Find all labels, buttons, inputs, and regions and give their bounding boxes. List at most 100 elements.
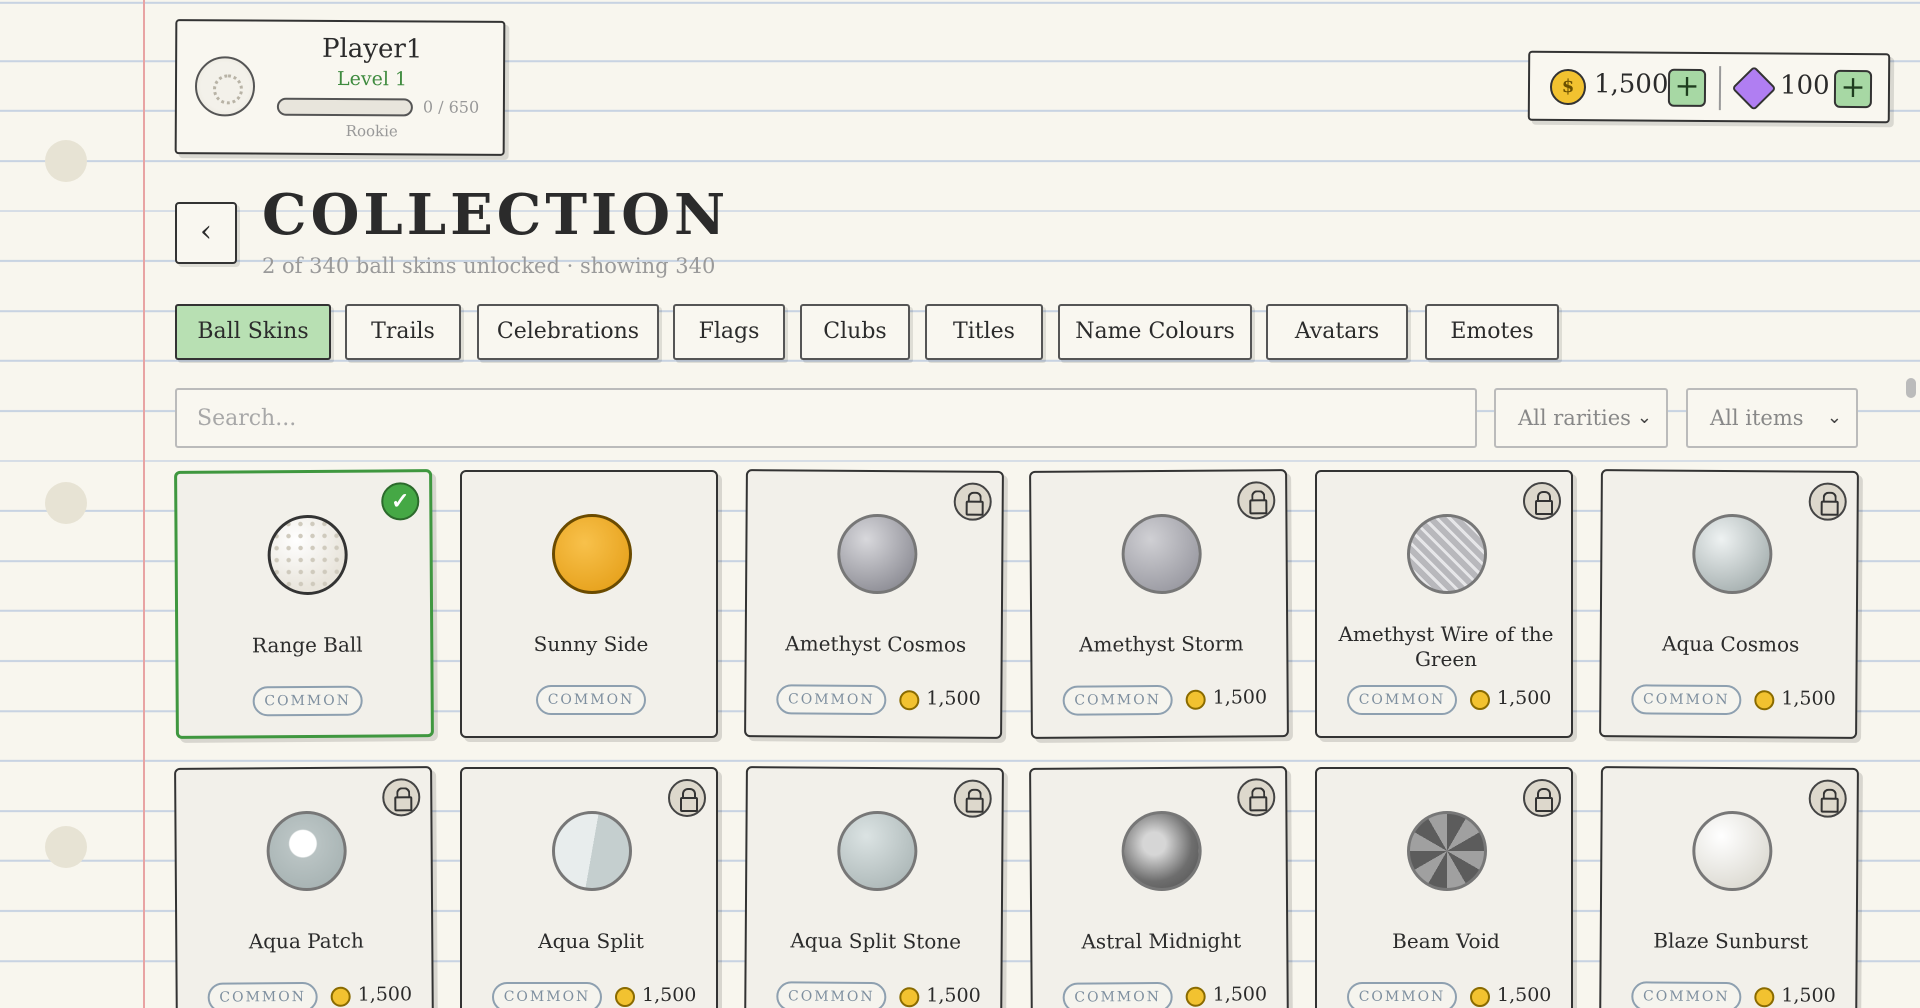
skin-card[interactable]: Blaze Sunburst COMMON 1,500 bbox=[1599, 766, 1859, 1008]
currency-panel: $ 1,500 + 100 + bbox=[1527, 50, 1891, 124]
avatar bbox=[194, 56, 256, 117]
skin-name: Beam Void bbox=[1392, 929, 1500, 953]
skin-card[interactable]: Aqua Split COMMON 1,500 bbox=[460, 767, 718, 1008]
page-title: COLLECTION bbox=[262, 182, 730, 248]
lock-icon bbox=[1523, 482, 1561, 520]
coin-icon bbox=[1470, 987, 1490, 1007]
rarity-badge: COMMON bbox=[1062, 684, 1173, 716]
coin-icon bbox=[1185, 689, 1206, 710]
ball-skin-preview bbox=[1407, 811, 1487, 891]
items-select-value: All items bbox=[1710, 406, 1804, 430]
player-level: Level 1 bbox=[336, 67, 408, 91]
skin-price: 1,500 bbox=[1497, 687, 1552, 709]
rarity-badge: COMMON bbox=[207, 981, 318, 1008]
ball-skin-preview bbox=[552, 514, 632, 594]
rarity-badge: COMMON bbox=[1062, 981, 1173, 1008]
skin-price: 1,500 bbox=[1212, 686, 1268, 709]
rarity-badge: COMMON bbox=[776, 684, 887, 716]
ball-skin-preview bbox=[266, 810, 347, 892]
skin-name: Aqua Cosmos bbox=[1661, 631, 1800, 657]
skin-price: 1,500 bbox=[1497, 984, 1552, 1006]
player-name: Player1 bbox=[321, 33, 423, 65]
back-button[interactable]: ‹ bbox=[175, 202, 237, 264]
xp-text: 0 / 650 bbox=[422, 97, 480, 117]
ball-skin-preview bbox=[1692, 513, 1773, 595]
rarity-select[interactable]: All rarities ⌄ bbox=[1494, 388, 1668, 448]
skin-card[interactable]: ✓ Range Ball COMMON bbox=[174, 469, 434, 739]
rarity-badge: COMMON bbox=[1631, 684, 1742, 716]
gem-icon bbox=[1731, 65, 1777, 111]
tab-name-colours[interactable]: Name Colours bbox=[1058, 304, 1252, 360]
skin-name: Aqua Split Stone bbox=[790, 928, 962, 954]
page-subtitle: 2 of 340 ball skins unlocked · showing 3… bbox=[262, 254, 716, 278]
skin-card[interactable]: Aqua Split Stone COMMON 1,500 bbox=[744, 766, 1004, 1008]
scrollbar-thumb[interactable] bbox=[1906, 378, 1916, 398]
xp-progress-bar bbox=[276, 97, 413, 117]
ball-skin-preview bbox=[1407, 514, 1487, 594]
ball-skin-preview bbox=[1692, 810, 1773, 892]
gem-balance: 100 bbox=[1779, 70, 1830, 101]
skin-card[interactable]: Aqua Cosmos COMMON 1,500 bbox=[1599, 469, 1859, 739]
skin-name: Amethyst Storm bbox=[1078, 631, 1244, 657]
add-coins-button[interactable]: + bbox=[1667, 68, 1707, 107]
rarity-select-value: All rarities bbox=[1518, 406, 1631, 430]
binder-hole bbox=[45, 826, 87, 868]
skin-name: Range Ball bbox=[251, 632, 363, 658]
binder-hole bbox=[45, 482, 87, 524]
coin-icon bbox=[1185, 986, 1206, 1007]
skin-price: 1,500 bbox=[1212, 983, 1268, 1006]
lock-icon bbox=[668, 779, 706, 817]
tab-titles[interactable]: Titles bbox=[925, 304, 1043, 360]
lock-icon bbox=[382, 778, 421, 817]
coin-icon bbox=[899, 690, 920, 711]
skin-card[interactable]: Amethyst Wire of the Green COMMON 1,500 bbox=[1315, 470, 1573, 738]
tab-celebrations[interactable]: Celebrations bbox=[477, 304, 659, 360]
tab-ball-skins[interactable]: Ball Skins bbox=[175, 304, 331, 360]
skin-card[interactable]: Astral Midnight COMMON 1,500 bbox=[1029, 766, 1289, 1008]
lock-icon bbox=[1237, 481, 1276, 520]
skin-card[interactable]: Sunny Side COMMON bbox=[460, 470, 718, 738]
player-rank: Rookie bbox=[345, 122, 398, 141]
lock-icon bbox=[1523, 779, 1561, 817]
rarity-badge: COMMON bbox=[492, 982, 602, 1008]
tab-clubs[interactable]: Clubs bbox=[800, 304, 910, 360]
coin-icon: $ bbox=[1549, 68, 1587, 106]
currency-divider bbox=[1718, 66, 1722, 111]
binder-hole bbox=[45, 140, 87, 182]
coin-icon bbox=[615, 987, 635, 1007]
lock-icon bbox=[1808, 779, 1847, 818]
tab-emotes[interactable]: Emotes bbox=[1425, 304, 1559, 360]
profile-card[interactable]: Player1 Level 1 0 / 650 Rookie bbox=[174, 19, 506, 156]
skin-card[interactable]: Aqua Patch COMMON 1,500 bbox=[174, 766, 434, 1008]
skin-price: 1,500 bbox=[1781, 687, 1836, 710]
coin-icon bbox=[330, 986, 351, 1007]
add-gems-button[interactable]: + bbox=[1833, 69, 1873, 109]
tab-flags[interactable]: Flags bbox=[673, 304, 785, 360]
ball-skin-preview bbox=[837, 810, 918, 892]
items-select[interactable]: All items ⌄ bbox=[1686, 388, 1858, 448]
chevron-down-icon: ⌄ bbox=[1826, 407, 1842, 428]
skin-card[interactable]: Beam Void COMMON 1,500 bbox=[1315, 767, 1573, 1008]
skin-card[interactable]: Amethyst Storm COMMON 1,500 bbox=[1029, 469, 1289, 739]
ball-skin-preview bbox=[552, 811, 632, 891]
lock-icon bbox=[1808, 482, 1847, 521]
skin-name: Sunny Side bbox=[533, 632, 649, 656]
search-input[interactable] bbox=[175, 388, 1477, 448]
skin-price: 1,500 bbox=[1781, 984, 1836, 1007]
chevron-down-icon: ⌄ bbox=[1636, 407, 1652, 428]
skin-name: Amethyst Cosmos bbox=[785, 631, 967, 657]
skin-card[interactable]: Amethyst Cosmos COMMON 1,500 bbox=[744, 469, 1004, 739]
tab-avatars[interactable]: Avatars bbox=[1266, 304, 1408, 360]
skin-price: 1,500 bbox=[926, 984, 981, 1007]
ball-skin-preview bbox=[837, 513, 918, 595]
skin-name: Blaze Sunburst bbox=[1653, 928, 1809, 954]
skin-name: Aqua Split bbox=[538, 929, 644, 953]
lock-icon bbox=[1237, 778, 1276, 817]
tab-trails[interactable]: Trails bbox=[345, 304, 461, 360]
rarity-badge: COMMON bbox=[252, 685, 363, 717]
skin-name: Astral Midnight bbox=[1081, 928, 1242, 954]
coin-icon bbox=[1754, 987, 1775, 1008]
notebook-margin-line bbox=[143, 0, 145, 1008]
rarity-badge: COMMON bbox=[1347, 685, 1457, 715]
ball-skin-preview bbox=[267, 514, 348, 596]
